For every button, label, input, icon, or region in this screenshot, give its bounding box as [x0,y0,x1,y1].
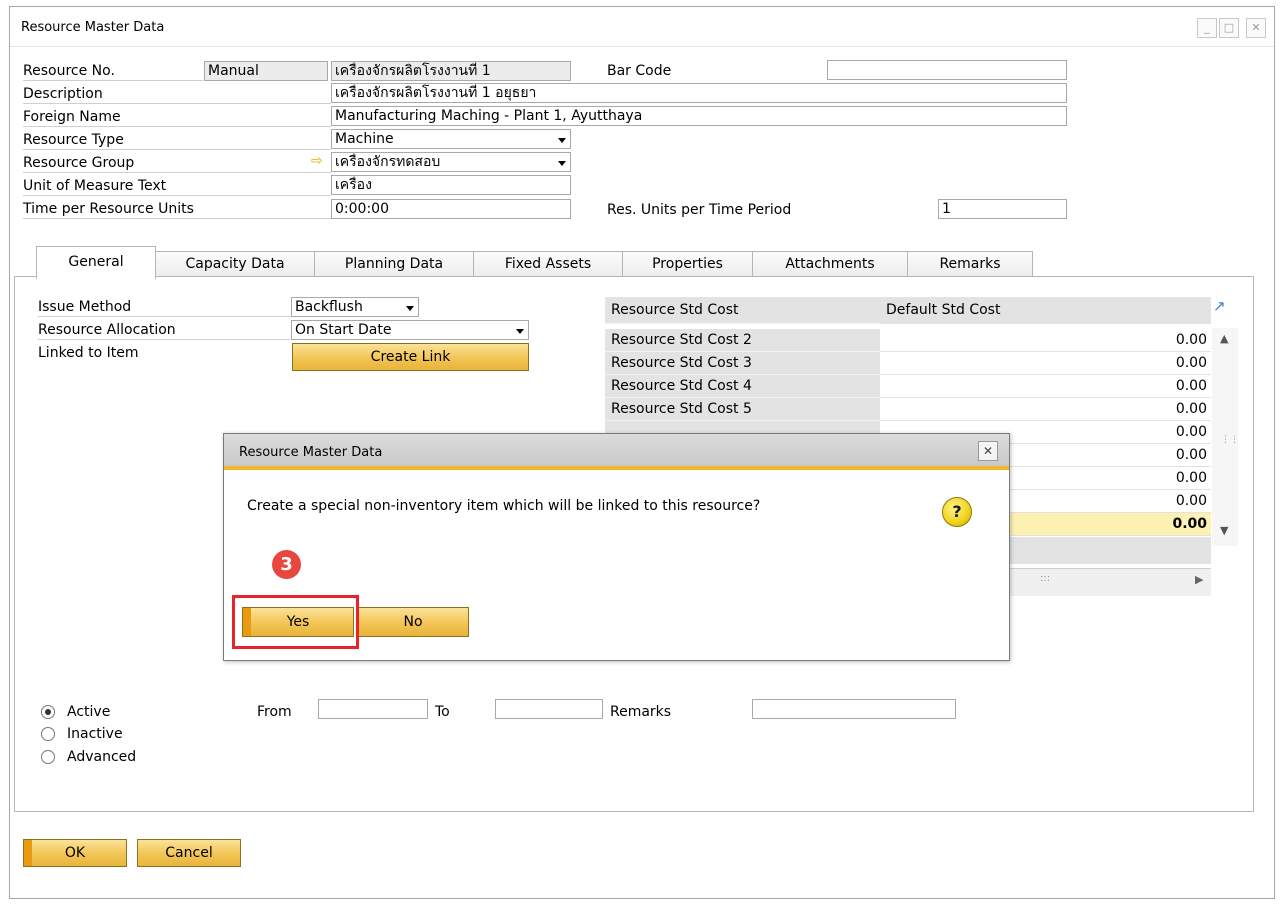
resource-group-dropdown[interactable]: เครื่องจักรทดสอบ [331,152,571,172]
create-link-button[interactable]: Create Link [292,343,529,371]
uom-text-field[interactable]: เครื่อง [331,175,571,195]
resource-group-value: เครื่องจักรทดสอบ [335,154,441,170]
resource-allocation-label: Resource Allocation [38,321,290,340]
chevron-down-icon [558,161,566,166]
title-bar: Resource Master Data _ □ ✕ [10,7,1274,47]
row-name: Resource Std Cost 5 [605,398,880,421]
issue-method-label: Issue Method [38,298,290,317]
scroll-grip-icon: ⋮⋮ [1221,435,1239,445]
row-name: Resource Std Cost 2 [605,329,880,352]
res-units-label: Res. Units per Time Period [607,202,792,218]
description-label: Description [23,85,331,104]
time-per-unit-label: Time per Resource Units [23,200,331,219]
series-field[interactable]: Manual [204,61,328,81]
row-value[interactable]: 0.00 [880,375,1211,398]
linked-to-item-label: Linked to Item [38,345,139,361]
remarks-label: Remarks [610,704,672,720]
time-per-unit-field[interactable]: 0:00:00 [331,199,571,219]
scroll-down-icon[interactable]: ▼ [1220,524,1228,537]
tab-attachments[interactable]: Attachments [752,251,908,278]
confirm-dialog: Resource Master Data ✕ Create a special … [223,433,1010,661]
tab-general[interactable]: General [36,246,156,279]
question-icon: ? [942,497,972,527]
table-row[interactable]: Resource Std Cost 2 0.00 [605,329,1211,352]
from-label: From [257,704,292,720]
dialog-title: Resource Master Data [239,445,383,460]
remarks-field[interactable] [752,699,956,719]
table-row[interactable]: Resource Std Cost 5 0.00 [605,398,1211,421]
chevron-down-icon [558,138,566,143]
resource-no-label: Resource No. [23,62,203,81]
ok-button[interactable]: OK [23,839,127,867]
dialog-button-area: Yes No [224,592,1009,660]
no-button[interactable]: No [357,607,469,637]
bar-code-field[interactable] [827,60,1067,80]
close-icon[interactable]: ✕ [1246,18,1266,38]
row-name: Resource Std Cost 3 [605,352,880,375]
dialog-close-icon[interactable]: ✕ [978,441,998,461]
resource-group-label: Resource Group [23,154,331,173]
chevron-down-icon [406,306,414,311]
to-label: To [435,704,450,720]
radio-advanced-label: Advanced [67,749,137,765]
row-value[interactable]: 0.00 [880,329,1211,352]
resource-type-label: Resource Type [23,131,331,150]
radio-inactive[interactable] [41,727,55,741]
radio-advanced[interactable] [41,750,55,764]
resource-allocation-dropdown[interactable]: On Start Date [291,320,529,340]
radio-active[interactable] [41,705,55,719]
issue-method-value: Backflush [295,299,363,315]
step-badge: 3 [272,550,301,579]
tab-planning-data[interactable]: Planning Data [314,251,474,278]
tab-remarks[interactable]: Remarks [907,251,1033,278]
grid-header-row: Resource Std Cost Default Std Cost [605,297,1211,324]
tab-properties[interactable]: Properties [622,251,753,278]
radio-active-label: Active [67,704,111,720]
bar-code-label: Bar Code [607,63,672,79]
tab-fixed-assets[interactable]: Fixed Assets [473,251,623,278]
row-value[interactable]: 0.00 [880,352,1211,375]
expand-arrow-icon[interactable]: ↗ [1213,297,1226,315]
scroll-grip-icon: ::: [1040,573,1051,584]
grid-header-std-cost[interactable]: Resource Std Cost [605,297,880,324]
uom-text-label: Unit of Measure Text [23,177,331,196]
tab-bar: General Capacity Data Planning Data Fixe… [14,243,1033,279]
row-name: Resource Std Cost 4 [605,375,880,398]
from-date-field[interactable] [318,699,428,719]
button-accent-bar [24,840,32,866]
tab-capacity-data[interactable]: Capacity Data [155,251,315,278]
resource-allocation-value: On Start Date [295,322,392,338]
radio-dot [45,709,51,715]
table-row[interactable]: Resource Std Cost 3 0.00 [605,352,1211,375]
radio-inactive-label: Inactive [67,726,123,742]
minimize-icon[interactable]: _ [1197,18,1217,38]
link-arrow-icon[interactable]: ⇨ [311,153,323,169]
row-value[interactable]: 0.00 [880,398,1211,421]
to-date-field[interactable] [495,699,603,719]
vertical-scrollbar[interactable]: ▲ ⋮⋮ ▼ [1212,328,1239,546]
issue-method-dropdown[interactable]: Backflush [291,297,419,317]
dialog-message: Create a special non-inventory item whic… [247,498,761,514]
highlight-box [232,595,359,649]
window-title: Resource Master Data [21,20,165,35]
dialog-title-bar: Resource Master Data ✕ [224,434,1009,470]
maximize-icon[interactable]: □ [1219,18,1239,38]
resource-type-dropdown[interactable]: Machine [331,129,571,149]
cancel-button[interactable]: Cancel [137,839,241,867]
scroll-up-icon[interactable]: ▲ [1220,332,1228,345]
grid-header-default-cost[interactable]: Default Std Cost [880,297,1211,324]
resource-type-value: Machine [335,131,394,147]
res-units-field[interactable]: 1 [938,199,1067,219]
chevron-down-icon [516,329,524,334]
table-row[interactable]: Resource Std Cost 4 0.00 [605,375,1211,398]
ok-button-label: OK [64,845,86,861]
scroll-right-icon[interactable]: ▶ [1195,573,1203,586]
resource-no-field[interactable]: เครื่องจักรผลิตโรงงานที่ 1 [331,61,571,81]
description-field[interactable]: เครื่องจักรผลิตโรงงานที่ 1 อยุธยา [331,83,1067,103]
foreign-name-field[interactable]: Manufacturing Maching - Plant 1, Ayuttha… [331,106,1067,126]
foreign-name-label: Foreign Name [23,108,331,127]
